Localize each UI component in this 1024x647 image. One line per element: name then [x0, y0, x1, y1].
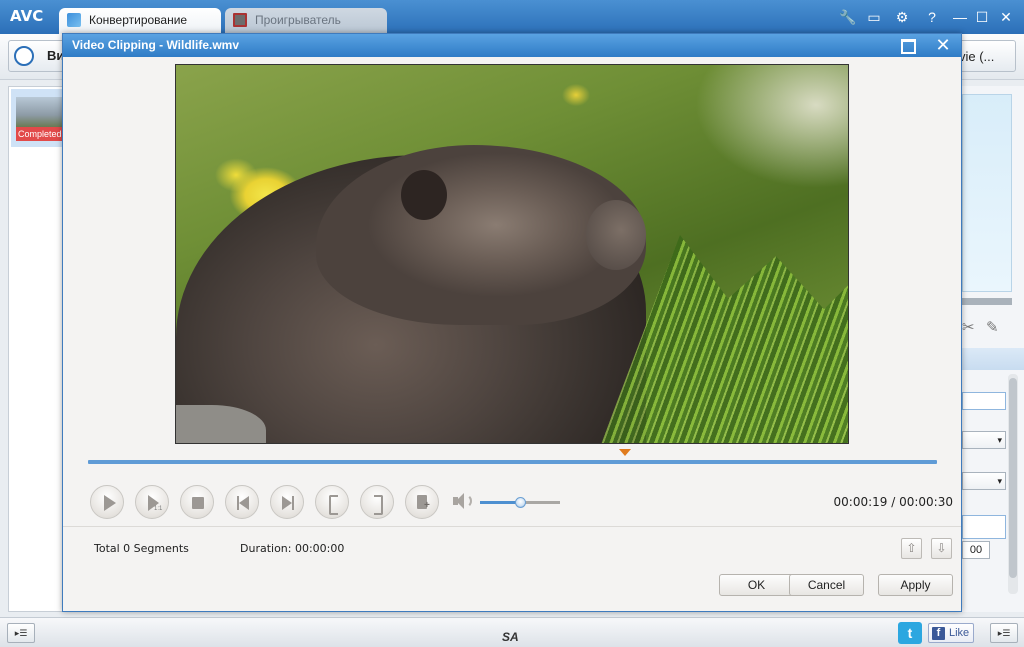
add-video-button[interactable]: Ви	[8, 40, 68, 72]
ok-button[interactable]: OK	[719, 574, 794, 596]
start-bracket-icon	[316, 486, 350, 520]
set-start-button[interactable]	[315, 485, 349, 519]
output-field[interactable]	[962, 392, 1006, 410]
add-video-icon	[14, 46, 34, 66]
volume-slider-knob[interactable]	[515, 497, 526, 508]
next-frame-button[interactable]	[270, 485, 304, 519]
help-icon[interactable]: ?	[922, 7, 942, 27]
dialog-maximize-icon[interactable]	[899, 38, 916, 54]
apply-button[interactable]: Apply	[878, 574, 953, 596]
dialog-titlebar: Video Clipping - Wildlife.wmv ✕	[63, 34, 961, 57]
cancel-button[interactable]: Cancel	[789, 574, 864, 596]
right-panel: ✂ ✎ ▾ ▾ 00	[962, 86, 1024, 612]
set-end-button[interactable]	[360, 485, 394, 519]
setting-combo-2[interactable]: ▾	[962, 472, 1006, 490]
next-frame-icon	[271, 486, 305, 520]
segments-duration: Duration: 00:00:00	[240, 542, 345, 555]
tab-convert-label: Конвертирование	[89, 13, 188, 27]
dialog-separator	[63, 526, 961, 527]
player-icon	[233, 13, 247, 27]
play-button[interactable]	[90, 485, 124, 519]
timeline-position-marker[interactable]	[619, 449, 632, 456]
close-icon[interactable]: ✕	[996, 7, 1016, 27]
segments-count: Total 0 Segments	[94, 542, 189, 555]
facebook-like-label: Like	[949, 627, 970, 639]
add-segment-button[interactable]	[405, 485, 439, 519]
dialog-title: Video Clipping - Wildlife.wmv	[72, 38, 240, 52]
stop-button[interactable]	[180, 485, 214, 519]
minimize-icon[interactable]: —	[950, 7, 970, 27]
status-bar: ▸☰ SA t f Like ▸☰	[0, 617, 1024, 647]
file-item[interactable]: Completed	[11, 89, 68, 147]
play-original-button[interactable]	[135, 485, 169, 519]
stop-icon	[181, 486, 215, 520]
twitter-icon[interactable]: t	[898, 622, 922, 644]
time-readout: 00:00:19 / 00:00:30	[793, 495, 953, 509]
video-subject-snout	[586, 200, 646, 270]
setting-number-field[interactable]: 00	[962, 541, 990, 559]
scissors-icon[interactable]: ✂	[962, 318, 982, 338]
play-original-icon	[136, 486, 170, 520]
file-thumbnail	[16, 97, 66, 127]
right-panel-toggle-button[interactable]: ▸☰	[990, 623, 1018, 643]
tab-player-label: Проигрыватель	[255, 13, 341, 27]
convert-icon	[67, 13, 81, 27]
move-down-button[interactable]: ⇩	[931, 538, 952, 559]
app-logo: AVC	[10, 7, 44, 25]
dialog-close-icon[interactable]: ✕	[933, 35, 953, 55]
settings-icon[interactable]: ⚙	[892, 7, 912, 27]
file-status-badge: Completed	[16, 127, 68, 141]
setting-combo-1[interactable]: ▾	[962, 431, 1006, 449]
sa-logo: SA	[502, 630, 519, 644]
setting-field[interactable]	[962, 515, 1006, 539]
current-time: 00:00:19	[833, 495, 888, 509]
settings-scrollbar[interactable]	[1008, 374, 1018, 594]
facebook-like-button[interactable]: f Like	[928, 623, 974, 643]
tab-player[interactable]: Проигрыватель	[225, 8, 387, 34]
settings-scrollbar-thumb[interactable]	[1009, 378, 1017, 578]
end-bracket-icon	[361, 486, 395, 520]
timeline-track[interactable]	[88, 460, 937, 464]
move-up-button[interactable]: ⇧	[901, 538, 922, 559]
previous-frame-button[interactable]	[225, 485, 259, 519]
monitor-icon[interactable]: ▭	[864, 7, 884, 27]
video-clipping-dialog: Video Clipping - Wildlife.wmv ✕ 00:00:19…	[62, 33, 962, 612]
total-time: 00:00:30	[899, 495, 953, 509]
wand-icon[interactable]: ✎	[986, 318, 1006, 338]
output-preview	[962, 94, 1012, 292]
video-subject-ear	[401, 170, 447, 220]
add-segment-icon	[406, 486, 440, 520]
left-panel-toggle-button[interactable]: ▸☰	[7, 623, 35, 643]
preview-scrollbar[interactable]	[962, 298, 1012, 305]
tab-convert[interactable]: Конвертирование	[59, 8, 221, 34]
volume-slider[interactable]	[480, 497, 560, 508]
volume-slider-fill	[480, 501, 520, 504]
file-list[interactable]: Completed	[8, 86, 68, 612]
time-separator: /	[887, 495, 900, 509]
video-preview	[175, 64, 849, 444]
play-icon	[91, 486, 125, 520]
maximize-icon[interactable]: ☐	[972, 7, 992, 27]
wrench-icon[interactable]: 🔧	[838, 7, 858, 27]
previous-frame-icon	[226, 486, 260, 520]
settings-header	[962, 348, 1024, 370]
facebook-icon: f	[932, 627, 945, 640]
app-titlebar: AVC Конвертирование Проигрыватель 🔧 ▭ ⚙ …	[0, 0, 1024, 34]
